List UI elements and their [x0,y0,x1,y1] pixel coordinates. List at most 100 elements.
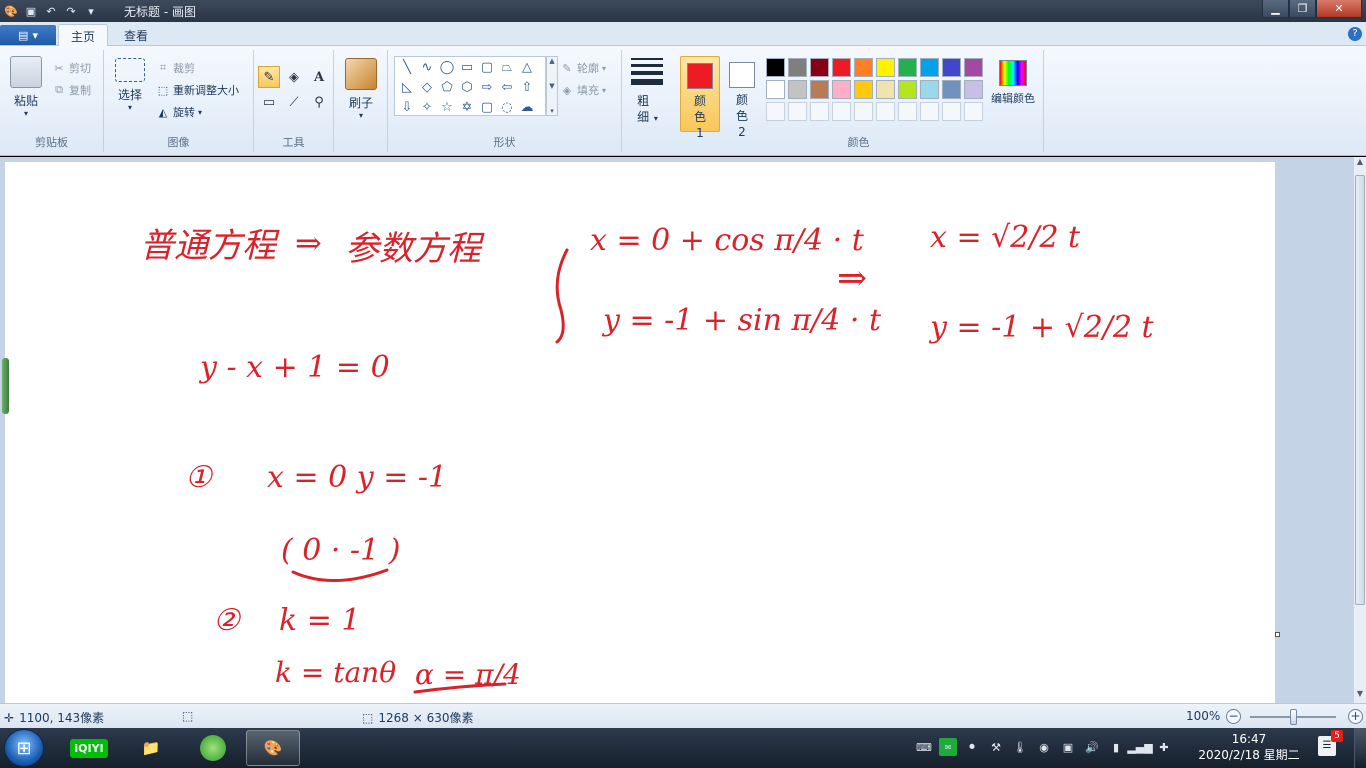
palette-color-swatch[interactable] [766,58,785,77]
paint-app[interactable]: 🎨 [246,730,300,766]
size-button[interactable]: 粗细 ▾ [630,58,664,125]
crop-button[interactable]: ⌗ 裁剪 [156,60,195,76]
zoom-out-button[interactable]: − [1226,709,1241,724]
palette-empty-swatch[interactable] [832,102,851,121]
palette-color-swatch[interactable] [854,80,873,99]
palette-color-swatch[interactable] [920,80,939,99]
edit-colors-button[interactable]: 编辑颜色 [984,60,1042,106]
redo-icon[interactable]: ↷ [62,2,80,20]
pencil-icon[interactable]: ✎ [258,66,280,88]
palette-color-swatch[interactable] [832,80,851,99]
four-point-star-shape-icon[interactable]: ✧ [417,97,437,117]
palette-color-swatch[interactable] [920,58,939,77]
drawing-canvas[interactable]: 普通方程 ⇒ 参数方程 y - x + 1 = 0 ① x = 0 y = -1… [5,162,1275,703]
palette-color-swatch[interactable] [942,58,961,77]
palette-empty-swatch[interactable] [920,102,939,121]
diamond-shape-icon[interactable]: ◇ [417,77,437,97]
palette-color-swatch[interactable] [964,80,983,99]
vertical-scrollbar[interactable]: ▲ ▼ [1353,157,1366,703]
volume-icon[interactable]: 🔊 [1083,738,1101,756]
hexagon-shape-icon[interactable]: ⬡ [457,77,477,97]
expand-gallery-icon[interactable]: ▾ [550,107,554,115]
keyboard-icon[interactable]: ⌨ [915,738,933,756]
cut-button[interactable]: ✂ 剪切 [52,60,91,76]
paint-app-icon[interactable]: 🎨 [2,2,20,20]
palette-empty-swatch[interactable] [898,102,917,121]
palette-empty-swatch[interactable] [810,102,829,121]
oval-callout-shape-icon[interactable]: ◌ [497,97,517,117]
taskbar-clock[interactable]: 16:47 2020/2/18 星期二 [1196,731,1302,763]
tool-icon[interactable]: ⚒ [987,738,1005,756]
palette-color-swatch[interactable] [832,58,851,77]
scroll-up-icon[interactable]: ▲ [1354,157,1366,171]
rectangle-shape-icon[interactable]: ▭ [457,57,477,77]
color-picker-icon[interactable]: ⟋ [283,91,305,113]
shapes-scroll[interactable]: ▲ ▼ ▾ [546,56,558,116]
browser-app[interactable] [186,730,240,766]
notification-icon[interactable]: ☰ 5 [1318,730,1343,756]
line-shape-icon[interactable]: ╲ [397,57,417,77]
tab-home[interactable]: 主页 [58,24,109,46]
brushes-button[interactable]: 刷子 ▾ [342,58,380,120]
scroll-up-icon[interactable]: ▲ [549,57,554,65]
up-arrow-shape-icon[interactable]: ⇧ [517,77,537,97]
input-method-icon[interactable]: ✚ [1155,738,1173,756]
palette-empty-swatch[interactable] [788,102,807,121]
signal-icon[interactable]: ▂▄▆ [1127,738,1152,756]
eraser-icon[interactable]: ▭ [258,91,280,113]
palette-color-swatch[interactable] [854,58,873,77]
help-icon[interactable]: ? [1348,27,1362,41]
palette-color-swatch[interactable] [876,58,895,77]
fill-bucket-icon[interactable]: ◈ [283,66,305,88]
minimize-button[interactable]: ▁ [1262,0,1289,18]
battery-icon[interactable]: ▮ [1107,738,1125,756]
palette-empty-swatch[interactable] [942,102,961,121]
resize-button[interactable]: ⬚ 重新调整大小 [156,82,239,98]
palette-empty-swatch[interactable] [964,102,983,121]
triangle-shape-icon[interactable]: △ [517,57,537,77]
palette-empty-swatch[interactable] [876,102,895,121]
palette-color-swatch[interactable] [766,80,785,99]
save-icon[interactable]: ▣ [22,2,40,20]
file-explorer-app[interactable]: 📁 [124,730,178,766]
text-tool-icon[interactable]: A [308,66,330,88]
scroll-down-icon[interactable]: ▼ [1354,689,1366,703]
fill-button[interactable]: ◈ 填充 ▾ [560,82,606,98]
palette-color-swatch[interactable] [964,58,983,77]
record-icon[interactable]: ⏺ [963,738,981,756]
palette-empty-swatch[interactable] [854,102,873,121]
palette-color-swatch[interactable] [788,80,807,99]
copy-button[interactable]: ⧉ 复制 [52,82,91,98]
curve-shape-icon[interactable]: ∿ [417,57,437,77]
palette-color-swatch[interactable] [898,80,917,99]
nvidia-icon[interactable]: ▣ [1059,738,1077,756]
rounded-callout-shape-icon[interactable]: ▢ [477,97,497,117]
maximize-button[interactable]: ❐ [1289,0,1316,18]
color2-button[interactable]: 颜色 2 [722,56,762,139]
network-status-icon[interactable]: ◉ [1035,738,1053,756]
thermometer-icon[interactable]: 🌡 [1011,738,1029,756]
rounded-rectangle-shape-icon[interactable]: ▢ [477,57,497,77]
right-arrow-shape-icon[interactable]: ⇨ [477,77,497,97]
left-arrow-shape-icon[interactable]: ⇦ [497,77,517,97]
oval-shape-icon[interactable]: ◯ [437,57,457,77]
palette-color-swatch[interactable] [876,80,895,99]
color1-button[interactable]: 颜色 1 [680,56,720,140]
undo-icon[interactable]: ↶ [42,2,60,20]
polygon-shape-icon[interactable]: ⏢ [497,57,517,77]
palette-color-swatch[interactable] [898,58,917,77]
customize-qat-icon[interactable]: ▾ [82,2,100,20]
show-desktop-button[interactable] [1354,728,1366,768]
canvas-resize-handle[interactable] [1275,632,1280,637]
rotate-button[interactable]: ◭ 旋转 ▾ [156,104,202,120]
cloud-callout-shape-icon[interactable]: ☁ [517,97,537,117]
left-edge-handle[interactable] [2,358,9,414]
palette-color-swatch[interactable] [788,58,807,77]
zoom-in-button[interactable]: + [1348,709,1363,724]
start-orb[interactable]: ⊞ [4,729,44,767]
five-point-star-shape-icon[interactable]: ☆ [437,97,457,117]
palette-color-swatch[interactable] [810,80,829,99]
app-menu-button[interactable]: ▤ ▾ [0,25,56,45]
wechat-tray-icon[interactable]: ✉ [939,738,957,756]
six-point-star-shape-icon[interactable]: ✡ [457,97,477,117]
